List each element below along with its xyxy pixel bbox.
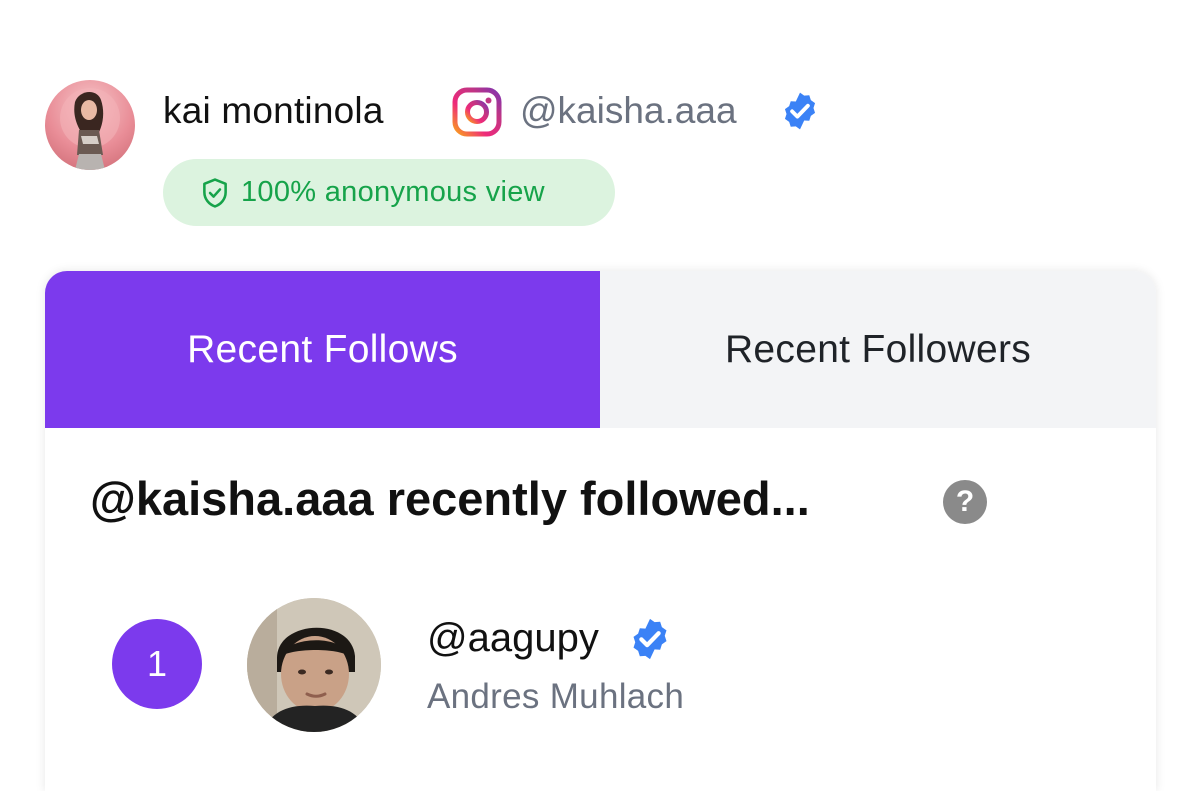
follows-card: Recent Follows Recent Followers @kaisha.… [45,271,1156,791]
anonymous-view-badge: 100% anonymous view [163,159,615,226]
section-title: @kaisha.aaa recently followed... [90,472,810,525]
tab-bar: Recent Follows Recent Followers [45,271,1156,428]
anonymous-view-label: 100% anonymous view [241,176,545,208]
profile-name: kai montinola [163,90,384,131]
rank-badge: 1 [112,619,202,709]
tab-recent-follows[interactable]: Recent Follows [45,271,600,428]
verified-badge-icon [627,616,673,662]
avatar[interactable] [247,598,381,732]
profile-handle: @kaisha.aaa [520,90,737,131]
help-icon[interactable]: ? [943,480,987,524]
profile-avatar[interactable] [45,80,135,170]
follow-handle[interactable]: @aagupy [427,613,599,663]
follow-full-name: Andres Muhlach [427,677,685,716]
verified-badge-icon [779,90,821,132]
instagram-icon [452,87,502,137]
shield-check-icon [203,177,227,208]
tab-recent-followers[interactable]: Recent Followers [600,271,1156,428]
